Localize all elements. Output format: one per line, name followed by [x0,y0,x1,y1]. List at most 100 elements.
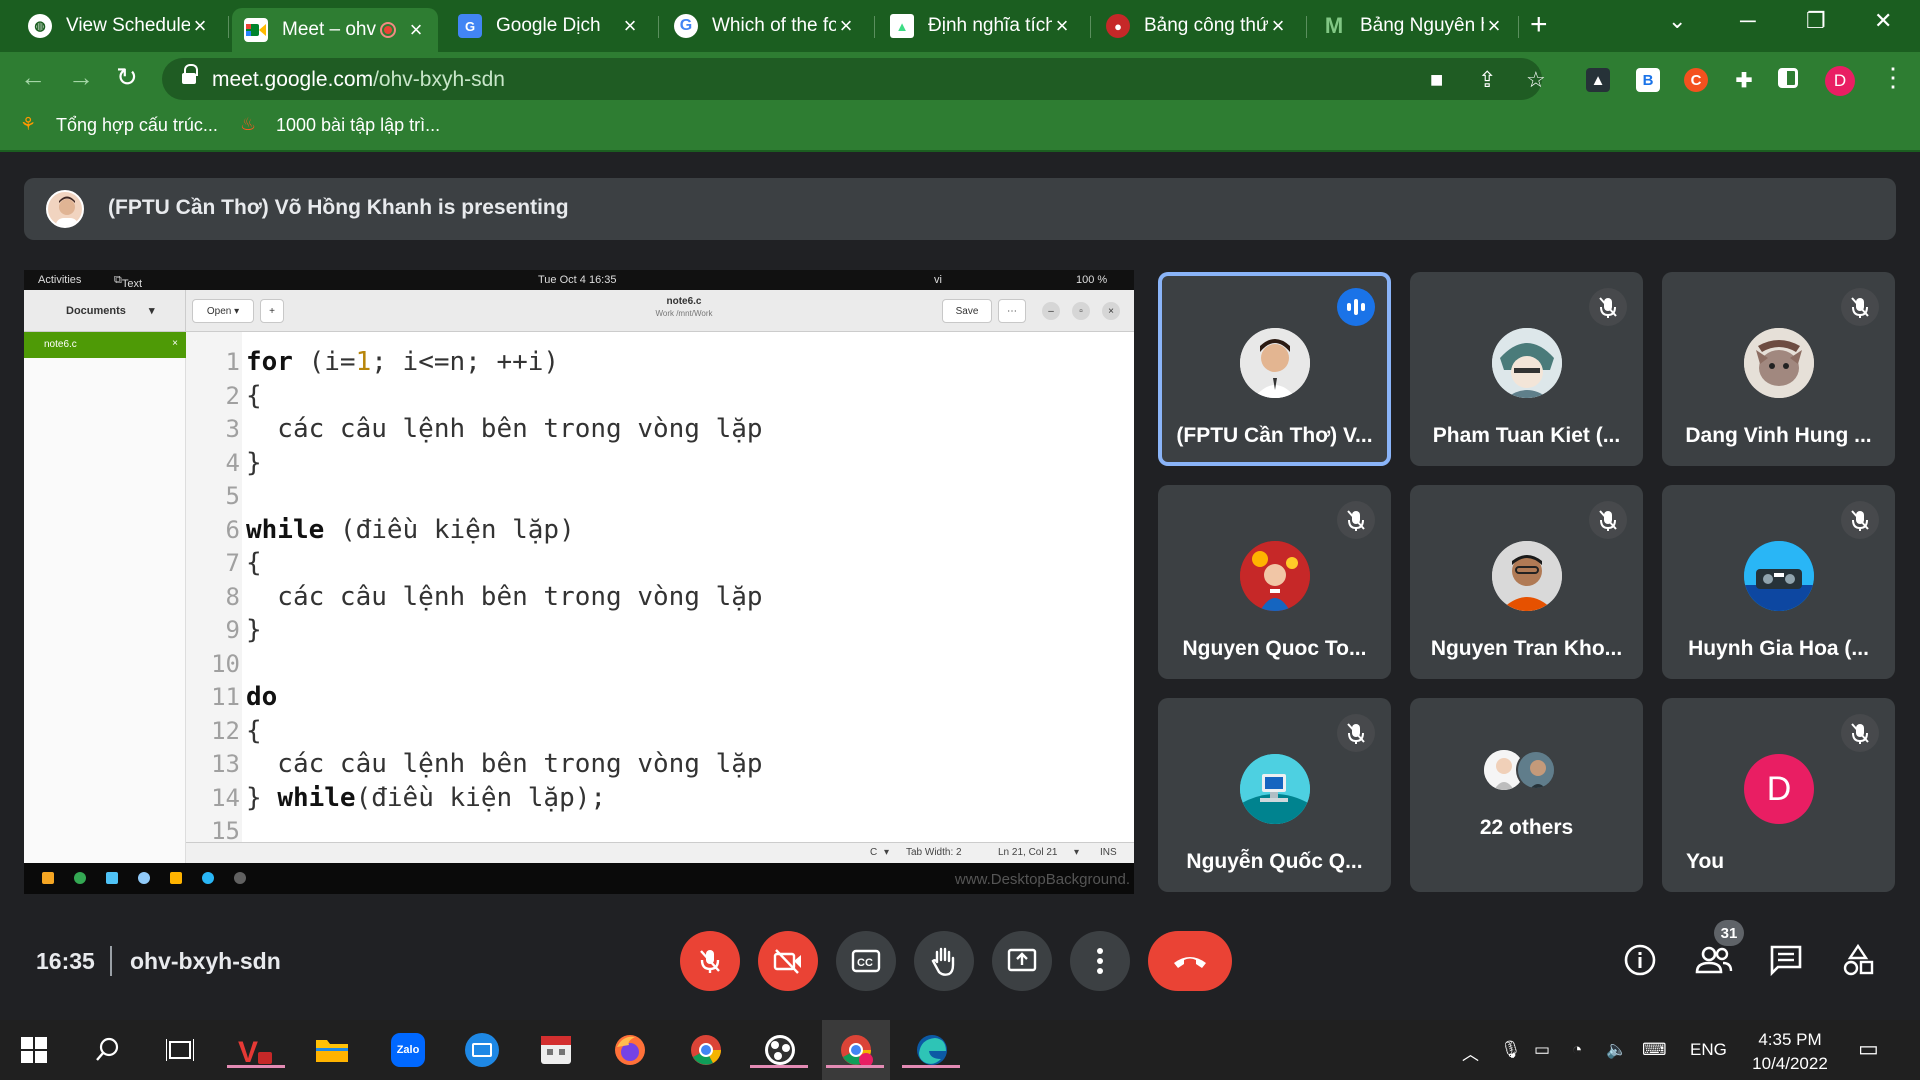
camera-icon[interactable]: ■ [1430,67,1443,93]
participant-tile[interactable]: Nguyen Quoc To... [1158,485,1391,679]
wifi-icon[interactable]: ◔ [1572,1040,1582,1060]
participant-tile[interactable]: Dang Vinh Hung ... [1662,272,1895,466]
mic-off-icon [1841,501,1879,539]
mic-off-icon [1337,501,1375,539]
avatar [46,190,84,228]
firefox-icon[interactable] [612,1032,648,1068]
windows-taskbar: V Zalo ︿ 🎙 ▭ ◔ 🔈 ⌨ ENG 4:35 PM 10/4/2022 [0,1020,1920,1080]
tab-google-translate[interactable]: G Google Dịch × [446,6,652,46]
extension-c-icon[interactable]: C [1684,68,1708,92]
input-language[interactable]: ENG [1690,1040,1727,1060]
line-number: 14 [211,783,240,812]
participant-name: Nguyen Tran Kho... [1430,637,1623,660]
volume-icon[interactable]: 🔈 [1606,1040,1627,1060]
extension-b-icon[interactable]: B [1636,68,1660,92]
tab-bang-cong-thuc[interactable]: ● Bảng công thứ × [1094,6,1300,46]
minimize-button[interactable]: ─ [1740,8,1756,34]
tab-which-of-the[interactable]: G Which of the fo × [662,6,868,46]
close-icon[interactable]: × [190,13,210,39]
participant-tile[interactable]: Nguyen Tran Kho... [1410,485,1643,679]
lang-label: vi [934,274,942,286]
bookmark-item[interactable]: ⚘ Tổng hợp cấu trúc... [20,114,218,136]
close-icon[interactable]: × [620,13,640,39]
task-view-icon[interactable] [162,1032,198,1068]
close-icon[interactable]: × [1052,13,1072,39]
notification-icon[interactable]: ▭ [1858,1036,1879,1062]
close-icon[interactable]: × [836,13,856,39]
battery-icon[interactable]: ▭ [1534,1040,1550,1060]
globe-icon: ◍ [28,14,52,38]
leave-call-button[interactable] [1148,931,1232,991]
profile-avatar[interactable]: D [1825,66,1855,96]
remote-desktop-icon[interactable] [464,1032,500,1068]
raise-hand-button[interactable] [914,931,974,991]
back-icon[interactable]: ← [20,62,46,93]
participant-tile-self[interactable]: D You [1662,698,1895,892]
puzzle-icon[interactable]: ✚ [1732,68,1756,92]
keyboard-icon[interactable]: ⌨ [1642,1040,1667,1060]
avatar [1240,754,1310,824]
tab-view-schedule[interactable]: ◍ View Schedule × [16,6,222,46]
meeting-code: ohv-bxyh-sdn [130,948,281,974]
system-clock[interactable]: 4:35 PM 10/4/2022 [1740,1028,1840,1076]
code-line: các câu lệnh bên trong vòng lặp [246,414,763,444]
chevron-up-icon[interactable]: ︿ [1462,1040,1479,1065]
line-number: 8 [225,582,240,611]
activities-button[interactable] [1838,940,1878,980]
tab-label: Which of the fo [712,15,836,36]
tab-label: View Schedule [66,15,190,36]
tab-label: Định nghĩa tích [928,15,1052,36]
edge-icon[interactable] [902,1032,960,1068]
tab-bang-nguyen-ham[interactable]: M Bảng Nguyên h × [1310,6,1516,46]
camera-toggle-button[interactable] [758,931,818,991]
mic-toggle-button[interactable] [680,931,740,991]
reload-icon[interactable]: ↻ [116,62,138,93]
participant-name: (FPTU Cần Thơ) V... [1176,424,1373,447]
unikey-icon[interactable]: V [227,1032,285,1068]
more-icon[interactable]: ⋮ [1880,62,1906,93]
more-options-button[interactable] [1070,931,1130,991]
gnome-clock: Tue Oct 4 16:35 [538,274,617,286]
windows-start-icon[interactable] [16,1032,52,1068]
calendar-app-icon[interactable] [538,1032,574,1068]
microphone-icon[interactable]: 🎙 [1500,1040,1522,1060]
captions-button[interactable]: CC [836,931,896,991]
chrome-profile-icon[interactable] [822,1020,890,1080]
chevron-down-icon: ▾ [1074,847,1080,858]
tab-dinh-nghia[interactable]: ▲ Định nghĩa tích × [878,6,1084,46]
close-icon[interactable]: × [1268,13,1288,39]
tab-meet[interactable]: Meet – ohv × [232,8,438,52]
people-button[interactable] [1694,940,1734,980]
present-button[interactable] [992,931,1052,991]
obs-icon[interactable] [750,1032,808,1068]
star-icon[interactable]: ☆ [1526,67,1546,93]
participant-tile[interactable]: Nguyễn Quốc Q... [1158,698,1391,892]
share-icon[interactable]: ⇪ [1478,67,1496,93]
new-tab-button[interactable]: + [1530,8,1548,42]
google-icon: G [674,14,698,38]
address-bar[interactable]: meet.google.com/ohv-bxyh-sdn ■ ⇪ ☆ [162,58,1546,100]
participant-tile[interactable]: (FPTU Cần Thơ) V... [1158,272,1391,466]
search-icon[interactable] [90,1032,126,1068]
bookmark-item[interactable]: ♨ 1000 bài tập lập trì... [240,114,440,136]
chat-button[interactable] [1766,940,1806,980]
close-icon[interactable]: × [406,17,426,43]
mic-off-icon [1589,288,1627,326]
side-panel-icon[interactable] [1778,68,1798,88]
meeting-details-button[interactable] [1620,940,1660,980]
participant-tile[interactable]: Pham Tuan Kiet (... [1410,272,1643,466]
others-tile[interactable]: 22 others [1410,698,1643,892]
forward-icon[interactable]: → [68,62,94,93]
speaking-indicator-icon [1337,288,1375,326]
m-logo-icon: M [1324,13,1344,38]
close-icon[interactable]: × [1484,13,1504,39]
extension-icon[interactable]: ▲ [1586,68,1610,92]
file-explorer-icon[interactable] [314,1032,350,1068]
restore-button[interactable]: ❐ [1806,8,1826,34]
chrome-icon[interactable] [688,1032,724,1068]
participant-tile[interactable]: Huynh Gia Hoa (... [1662,485,1895,679]
battery-label: 100 % [1076,274,1108,286]
close-window-button[interactable]: ✕ [1874,8,1892,34]
tab-search-icon[interactable]: ⌄ [1668,8,1686,34]
zalo-icon[interactable]: Zalo [390,1032,426,1068]
